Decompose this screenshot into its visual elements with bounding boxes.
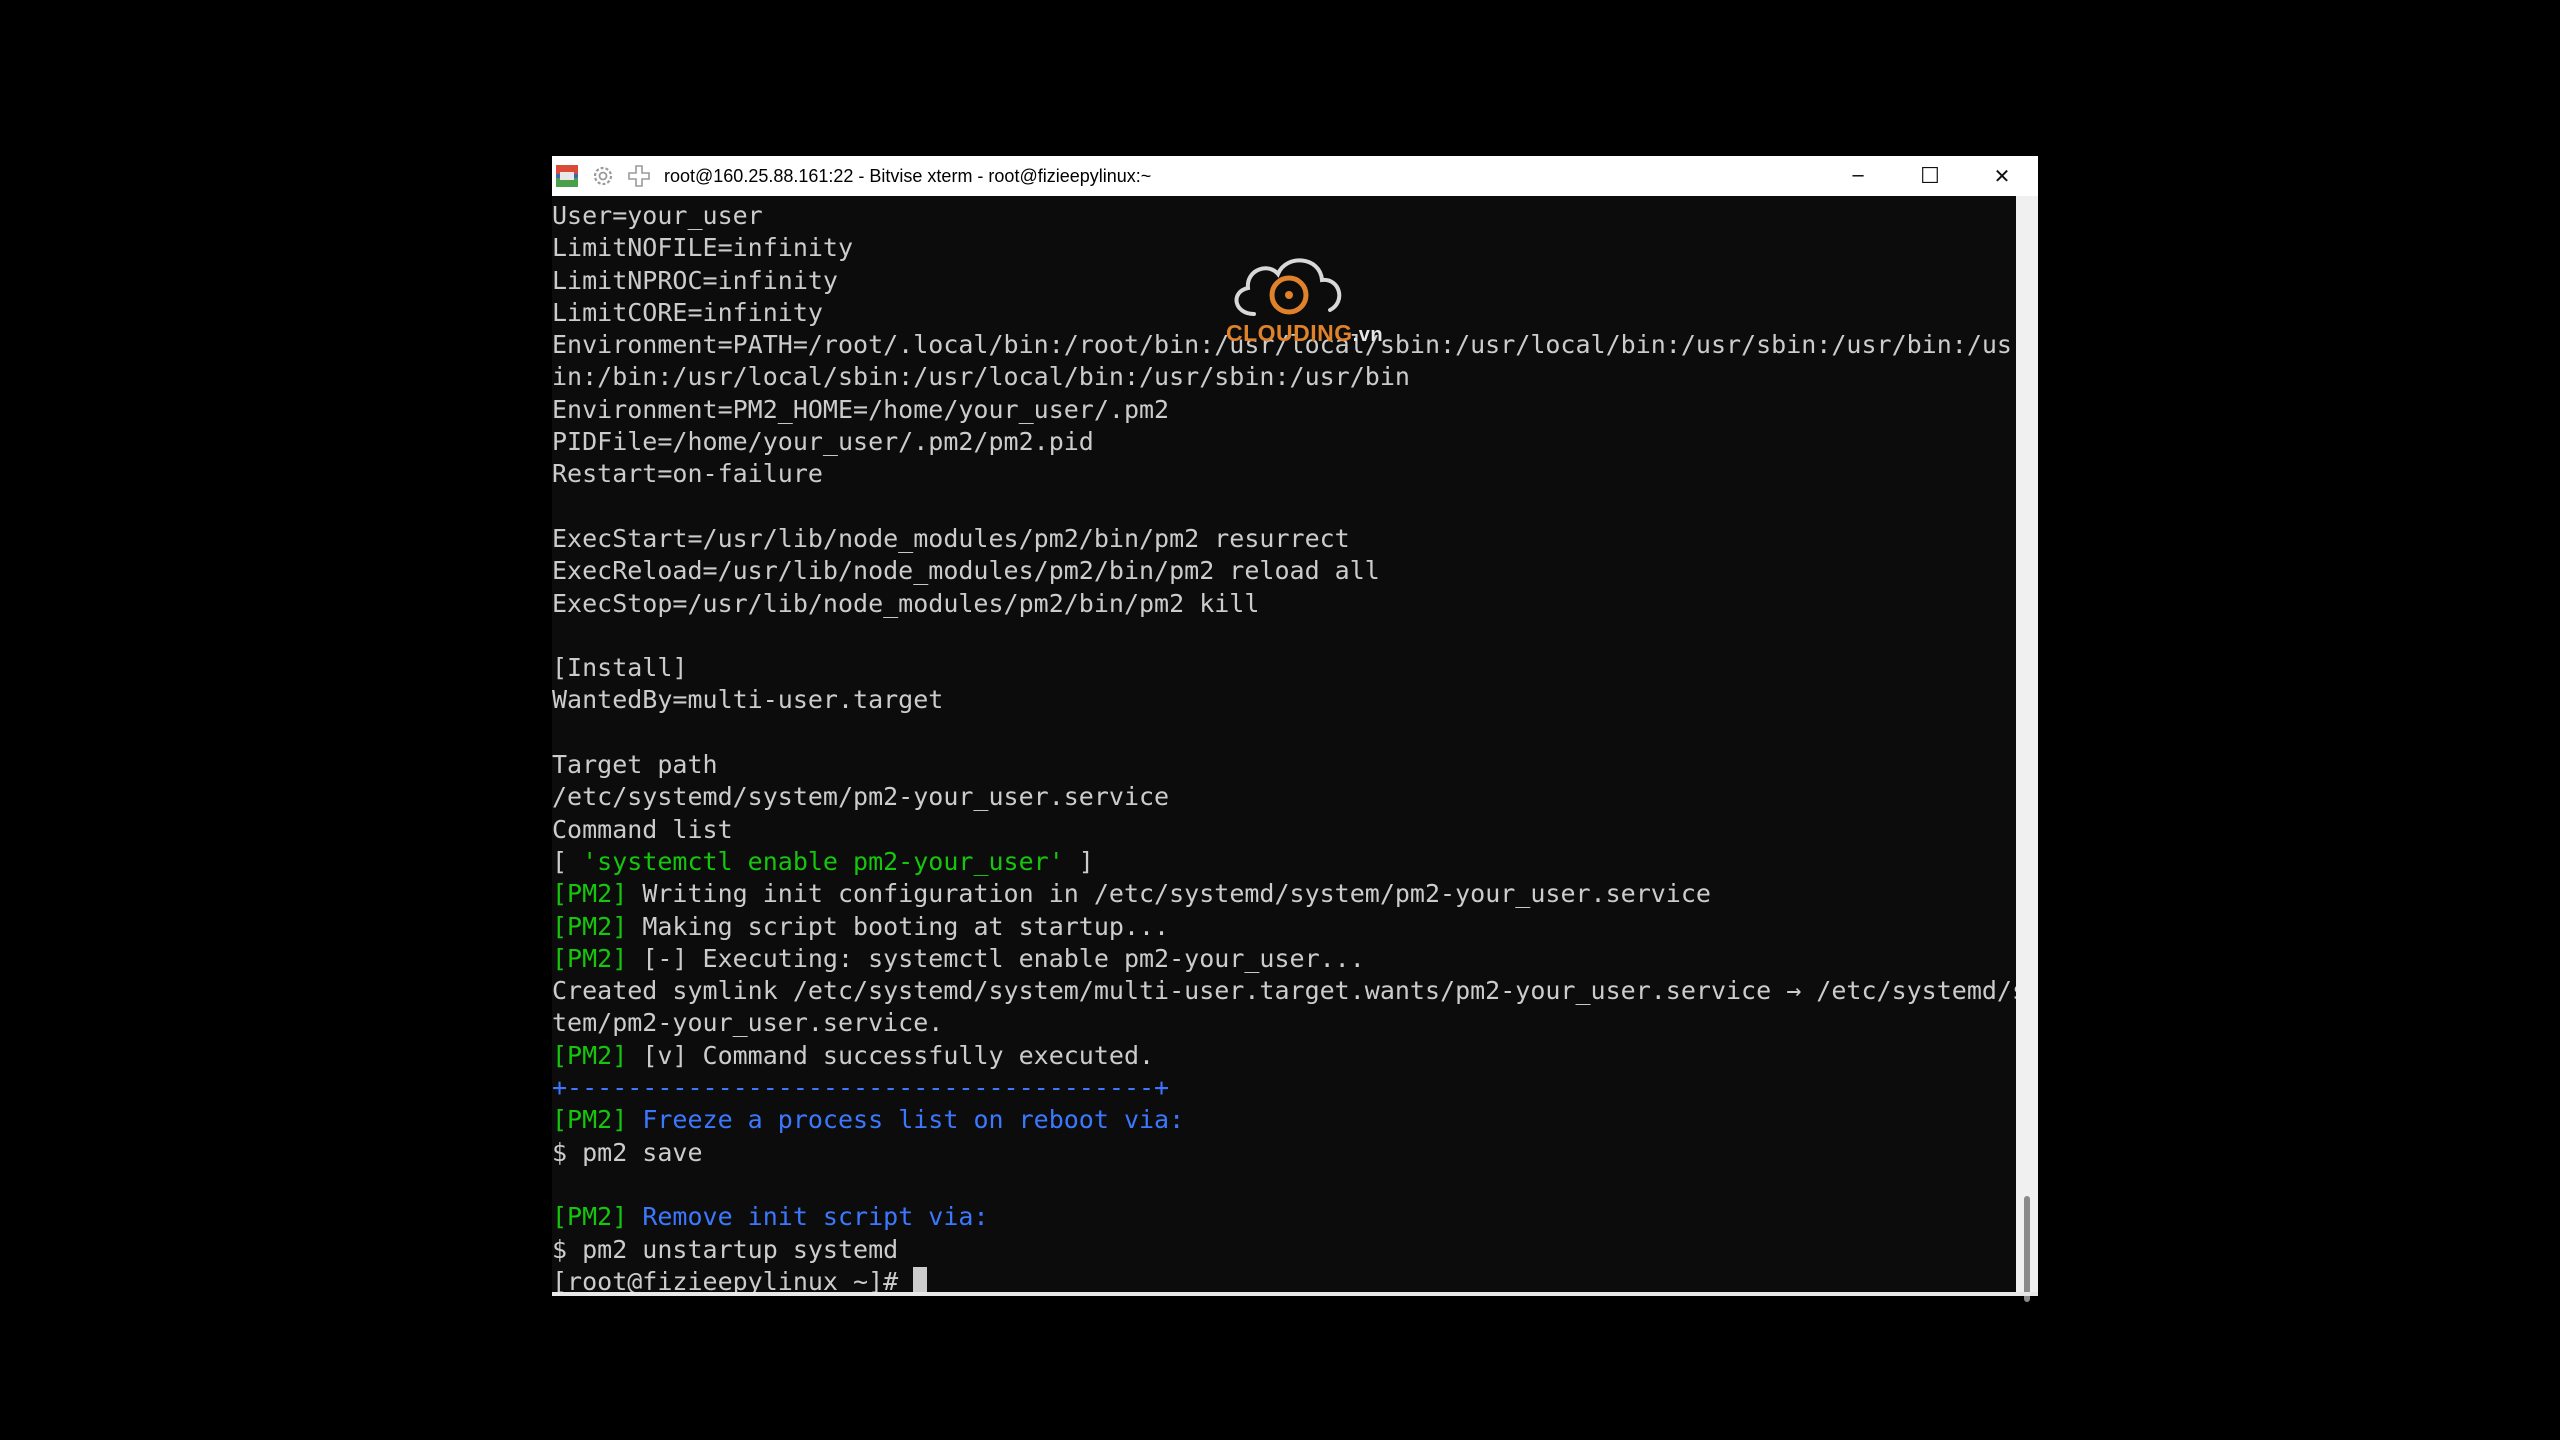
watermark-suffix: .vn xyxy=(1352,324,1384,346)
terminal-line: Environment=PM2_HOME=/home/your_user/.pm… xyxy=(552,394,2016,426)
terminal-line: $ pm2 unstartup systemd xyxy=(552,1234,2016,1266)
maximize-button[interactable]: ☐ xyxy=(1894,156,1966,196)
terminal-line: in:/bin:/usr/local/sbin:/usr/local/bin:/… xyxy=(552,361,2016,393)
title-bar[interactable]: root@160.25.88.161:22 - Bitvise xterm - … xyxy=(552,156,2038,196)
terminal-text: ] xyxy=(1063,846,1094,876)
terminal-line: /etc/systemd/system/pm2-your_user.servic… xyxy=(552,781,2016,813)
terminal-line: [ 'systemctl enable pm2-your_user' ] xyxy=(552,846,2016,878)
terminal-text: [PM2] xyxy=(552,911,628,941)
terminal-line: Created symlink /etc/systemd/system/mult… xyxy=(552,975,2016,1007)
terminal-line: [PM2] Writing init configuration in /etc… xyxy=(552,878,2016,910)
terminal-text: User=your_user xyxy=(552,201,763,230)
terminal-text: LimitNPROC=infinity xyxy=(552,265,838,295)
terminal-text: [PM2] xyxy=(552,1105,628,1135)
terminal-text: in:/bin:/usr/local/sbin:/usr/local/bin:/… xyxy=(552,362,1410,392)
terminal-text: Writing init configuration in /etc/syste… xyxy=(627,879,1711,909)
terminal-text: [ xyxy=(552,846,583,876)
terminal-text: Target path xyxy=(552,750,718,780)
terminal-line: [PM2] Freeze a process list on reboot vi… xyxy=(552,1104,2016,1136)
close-button[interactable]: ✕ xyxy=(1966,156,2038,196)
terminal-line: ExecStart=/usr/lib/node_modules/pm2/bin/… xyxy=(552,523,2016,555)
terminal-text: Environment=PM2_HOME=/home/your_user/.pm… xyxy=(552,394,1170,424)
terminal-text: 'systemctl enable pm2-your_user' xyxy=(582,846,1064,876)
terminal-text: [PM2] xyxy=(552,943,628,973)
terminal-line: tem/pm2-your_user.service. xyxy=(552,1007,2016,1039)
maximize-icon: ☐ xyxy=(1920,163,1940,189)
terminal-text: Freeze a process list on reboot via: xyxy=(627,1105,1185,1135)
terminal-text: Created symlink /etc/systemd/system/mult… xyxy=(552,976,2016,1006)
terminal-text: LimitCORE=infinity xyxy=(552,297,823,327)
text-cursor xyxy=(913,1266,928,1295)
terminal-text: Command list xyxy=(552,814,733,844)
terminal-text: PIDFile=/home/your_user/.pm2/pm2.pid xyxy=(552,427,1094,457)
terminal-text: ExecStop=/usr/lib/node_modules/pm2/bin/p… xyxy=(552,588,1260,618)
terminal-text: Remove init script via: xyxy=(627,1202,989,1232)
terminal-text: +---------------------------------------… xyxy=(552,1073,1170,1103)
close-icon: ✕ xyxy=(1993,164,2011,188)
terminal-output[interactable]: User=your_user LimitNOFILE=infinity LimitN… xyxy=(552,196,2016,1296)
terminal-line: Command list xyxy=(552,814,2016,846)
scrollbar-thumb[interactable] xyxy=(2024,1196,2030,1302)
terminal-line: Restart=on-failure xyxy=(552,458,2016,490)
cloud-logo-icon xyxy=(1234,258,1342,316)
clouding-watermark-logo: CLOUDING.vn xyxy=(1216,248,1396,358)
window-bottom-border xyxy=(552,1292,2038,1296)
terminal-text: $ pm2 save xyxy=(552,1137,703,1167)
terminal-line: [PM2] Making script booting at startup..… xyxy=(552,911,2016,943)
watermark-brand: CLOUDING xyxy=(1226,320,1353,346)
move-cross-icon[interactable] xyxy=(626,163,652,189)
vertical-scrollbar[interactable] xyxy=(2016,196,2038,1302)
terminal-text: [Install] xyxy=(552,653,688,683)
terminal-text: Making script booting at startup... xyxy=(627,911,1170,941)
terminal-text: [-] Executing: systemctl enable pm2-your… xyxy=(627,943,1365,973)
terminal-line: +---------------------------------------… xyxy=(552,1072,2016,1104)
terminal-line: Target path xyxy=(552,749,2016,781)
bitvise-app-icon[interactable] xyxy=(554,163,580,189)
terminal-line: ExecStop=/usr/lib/node_modules/pm2/bin/p… xyxy=(552,588,2016,620)
terminal-line: ExecReload=/usr/lib/node_modules/pm2/bin… xyxy=(552,555,2016,587)
window-title: root@160.25.88.161:22 - Bitvise xterm - … xyxy=(664,165,1152,186)
terminal-line: User=your_user xyxy=(552,200,2016,232)
terminal-line: [PM2] [v] Command successfully executed. xyxy=(552,1040,2016,1072)
terminal-line: WantedBy=multi-user.target xyxy=(552,684,2016,716)
terminal-line: [Install] xyxy=(552,652,2016,684)
terminal-line: [PM2] Remove init script via: xyxy=(552,1201,2016,1233)
minimize-button[interactable]: ─ xyxy=(1822,156,1894,196)
terminal-text: ExecStart=/usr/lib/node_modules/pm2/bin/… xyxy=(552,523,1350,553)
terminal-text: [PM2] xyxy=(552,1040,628,1070)
terminal-text: /etc/systemd/system/pm2-your_user.servic… xyxy=(552,782,1170,812)
terminal-text: [v] Command successfully executed. xyxy=(627,1040,1155,1070)
terminal-text: WantedBy=multi-user.target xyxy=(552,685,944,715)
terminal-text: ExecReload=/usr/lib/node_modules/pm2/bin… xyxy=(552,556,1380,586)
terminal-text: [PM2] xyxy=(552,879,628,909)
terminal-text: Restart=on-failure xyxy=(552,459,823,489)
terminal-line: $ pm2 save xyxy=(552,1137,2016,1169)
terminal-line: PIDFile=/home/your_user/.pm2/pm2.pid xyxy=(552,426,2016,458)
terminal-text: LimitNOFILE=infinity xyxy=(552,233,854,263)
terminal-text: $ pm2 unstartup systemd xyxy=(552,1234,899,1264)
settings-gear-icon[interactable] xyxy=(590,163,616,189)
minimize-icon: ─ xyxy=(1852,165,1864,187)
watermark-text: CLOUDING.vn xyxy=(1226,320,1383,347)
terminal-line: [PM2] [-] Executing: systemctl enable pm… xyxy=(552,943,2016,975)
terminal-text: [PM2] xyxy=(552,1202,628,1232)
terminal-text: tem/pm2-your_user.service. xyxy=(552,1008,944,1038)
